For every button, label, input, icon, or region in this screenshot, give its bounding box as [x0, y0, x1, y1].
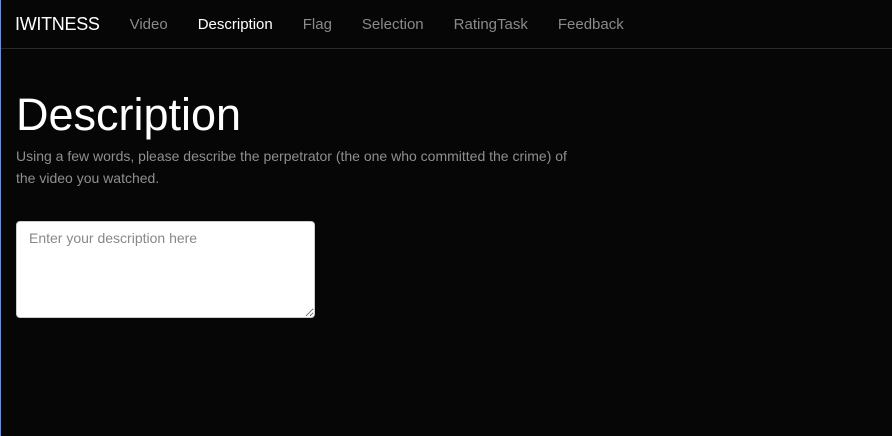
nav-video[interactable]: Video [130, 16, 168, 33]
instructions-text: Using a few words, please describe the p… [16, 148, 567, 186]
nav-feedback[interactable]: Feedback [558, 16, 624, 33]
nav-selection[interactable]: Selection [362, 16, 424, 33]
nav-description[interactable]: Description [198, 16, 273, 33]
main-content: Description Using a few words, please de… [1, 89, 892, 323]
description-input[interactable] [16, 221, 315, 318]
brand-logo[interactable]: IWITNESS [15, 14, 100, 35]
navbar: IWITNESS Video Description Flag Selectio… [1, 0, 892, 49]
page-title: Description [16, 89, 242, 140]
nav-flag[interactable]: Flag [303, 16, 332, 33]
nav-rating-task[interactable]: RatingTask [454, 16, 528, 33]
